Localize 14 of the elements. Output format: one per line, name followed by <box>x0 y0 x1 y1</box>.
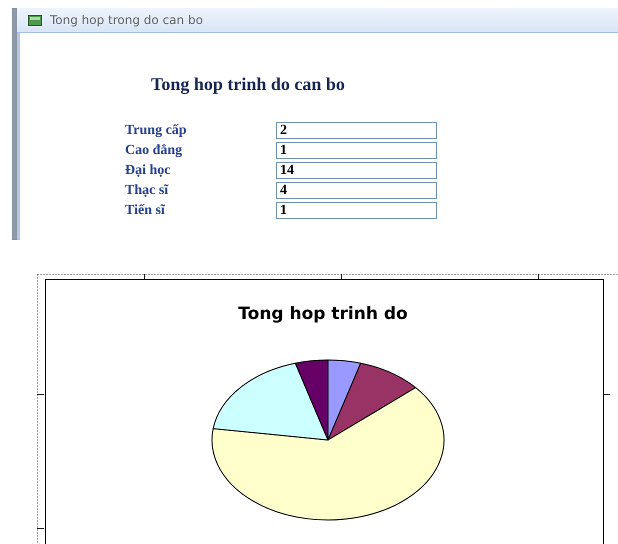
value-field[interactable]: 1 <box>276 142 437 159</box>
value-field[interactable]: 2 <box>276 122 437 139</box>
chart-title: Tong hop trinh do <box>238 304 408 324</box>
field-label: Trung cấp <box>125 122 188 139</box>
field-label: Tiến sĩ <box>125 202 166 219</box>
field-label: Đại học <box>125 162 172 179</box>
form-icon <box>28 14 42 26</box>
window-title: Tong hop trong do can bo <box>50 13 203 27</box>
value-field[interactable]: 14 <box>276 162 437 179</box>
value-field[interactable]: 1 <box>276 202 437 219</box>
form-heading: Tong hop trinh do can bo <box>150 74 346 95</box>
field-label: Cao đẳng <box>125 142 184 159</box>
value-field[interactable]: 4 <box>276 182 437 199</box>
field-label: Thạc sĩ <box>125 182 170 199</box>
